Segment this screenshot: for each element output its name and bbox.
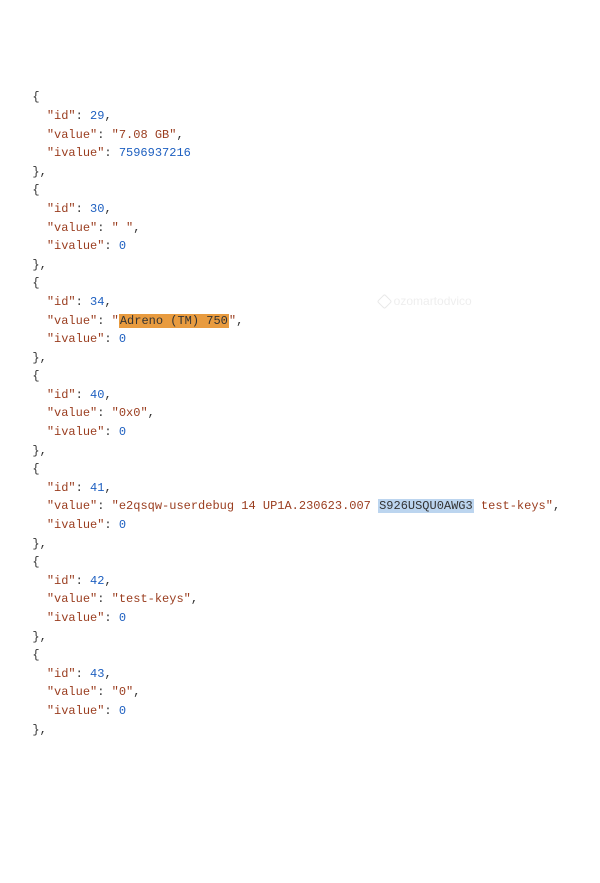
object-open-40: { [18, 367, 582, 386]
value-id: 30 [90, 202, 104, 216]
key-value: "value" [47, 499, 97, 513]
ivalue-line-30: "ivalue": 0 [18, 237, 582, 256]
object-open-42: { [18, 553, 582, 572]
object-close-29: }, [18, 163, 582, 182]
value-line-40: "value": "0x0", [18, 404, 582, 423]
key-id: "id" [47, 388, 76, 402]
id-line-34: "id": 34, [18, 293, 582, 312]
value-line-43: "value": "0", [18, 683, 582, 702]
id-line-42: "id": 42, [18, 572, 582, 591]
object-close-40: }, [18, 442, 582, 461]
key-id: "id" [47, 574, 76, 588]
object-open-29: { [18, 88, 582, 107]
key-id: "id" [47, 481, 76, 495]
value-line-29: "value": "7.08 GB", [18, 126, 582, 145]
value-ivalue: 0 [119, 332, 126, 346]
value-ivalue: 0 [119, 704, 126, 718]
object-open-43: { [18, 646, 582, 665]
key-ivalue: "ivalue" [47, 518, 105, 532]
id-line-29: "id": 29, [18, 107, 582, 126]
value-highlight: S926USQU0AWG3 [378, 499, 474, 513]
value-line-41: "value": "e2qsqw-userdebug 14 UP1A.23062… [18, 497, 582, 516]
object-open-34: { [18, 274, 582, 293]
ivalue-line-34: "ivalue": 0 [18, 330, 582, 349]
object-open-30: { [18, 181, 582, 200]
ivalue-line-41: "ivalue": 0 [18, 516, 582, 535]
value-post: test-keys" [474, 499, 553, 513]
id-line-30: "id": 30, [18, 200, 582, 219]
value-highlight: Adreno (TM) 750 [119, 314, 229, 328]
value-post: " [229, 314, 236, 328]
key-ivalue: "ivalue" [47, 425, 105, 439]
key-id: "id" [47, 109, 76, 123]
key-value: "value" [47, 685, 97, 699]
ivalue-line-40: "ivalue": 0 [18, 423, 582, 442]
value-id: 42 [90, 574, 104, 588]
id-line-40: "id": 40, [18, 386, 582, 405]
value-line-30: "value": " ", [18, 219, 582, 238]
key-ivalue: "ivalue" [47, 611, 105, 625]
key-id: "id" [47, 202, 76, 216]
key-id: "id" [47, 295, 76, 309]
object-close-42: }, [18, 628, 582, 647]
key-value: "value" [47, 592, 97, 606]
key-value: "value" [47, 221, 97, 235]
value-pre: " " [112, 221, 134, 235]
object-close-34: }, [18, 349, 582, 368]
key-id: "id" [47, 667, 76, 681]
object-close-30: }, [18, 256, 582, 275]
value-id: 34 [90, 295, 104, 309]
value-ivalue: 0 [119, 239, 126, 253]
value-pre: " [112, 314, 119, 328]
ivalue-line-29: "ivalue": 7596937216 [18, 144, 582, 163]
value-pre: "7.08 GB" [112, 128, 177, 142]
value-line-34: "value": "Adreno (TM) 750", [18, 312, 582, 331]
ivalue-line-43: "ivalue": 0 [18, 702, 582, 721]
object-open-41: { [18, 460, 582, 479]
key-ivalue: "ivalue" [47, 704, 105, 718]
id-line-43: "id": 43, [18, 665, 582, 684]
value-id: 43 [90, 667, 104, 681]
key-value: "value" [47, 128, 97, 142]
value-pre: "test-keys" [112, 592, 191, 606]
value-pre: "0x0" [112, 406, 148, 420]
value-ivalue: 7596937216 [119, 146, 191, 160]
id-line-41: "id": 41, [18, 479, 582, 498]
value-ivalue: 0 [119, 611, 126, 625]
key-value: "value" [47, 314, 97, 328]
value-ivalue: 0 [119, 518, 126, 532]
value-id: 29 [90, 109, 104, 123]
value-pre: "e2qsqw-userdebug 14 UP1A.230623.007 [112, 499, 378, 513]
object-close-43: }, [18, 721, 582, 740]
key-ivalue: "ivalue" [47, 146, 105, 160]
value-id: 40 [90, 388, 104, 402]
json-code-block: { "id": 29, "value": "7.08 GB", "ivalue"… [18, 88, 582, 739]
ivalue-line-42: "ivalue": 0 [18, 609, 582, 628]
value-line-42: "value": "test-keys", [18, 590, 582, 609]
object-close-41: }, [18, 535, 582, 554]
key-ivalue: "ivalue" [47, 239, 105, 253]
key-ivalue: "ivalue" [47, 332, 105, 346]
value-pre: "0" [112, 685, 134, 699]
value-id: 41 [90, 481, 104, 495]
value-ivalue: 0 [119, 425, 126, 439]
key-value: "value" [47, 406, 97, 420]
